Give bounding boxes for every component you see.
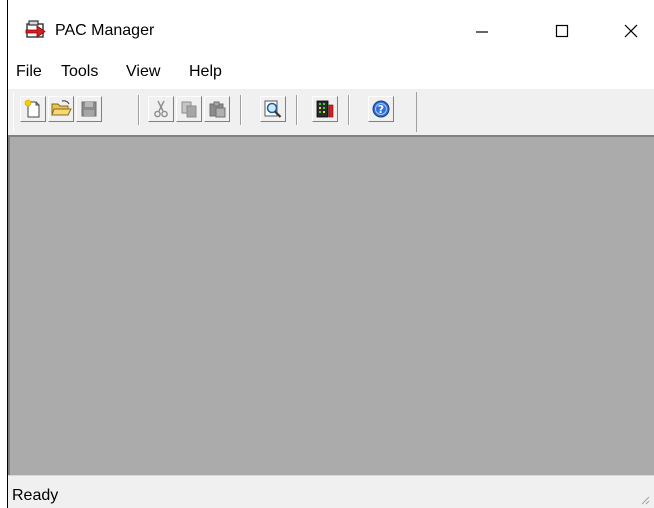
close-icon — [624, 24, 638, 38]
status-text: Ready — [12, 487, 59, 504]
find-button[interactable] — [260, 96, 286, 122]
open-button[interactable] — [48, 96, 74, 122]
copy-icon — [181, 101, 197, 118]
minimize-button[interactable] — [459, 12, 505, 50]
save-button[interactable] — [76, 96, 102, 122]
paste-button[interactable] — [204, 96, 230, 122]
app-window: PAC Manager File Tools View Help ? Ready — [7, 0, 654, 508]
toolbar-separator — [240, 95, 242, 125]
save-icon — [81, 101, 97, 117]
title-bar[interactable]: PAC Manager — [8, 0, 654, 56]
resize-grip-icon[interactable] — [638, 493, 650, 505]
menu-file[interactable]: File — [14, 61, 44, 83]
svg-text:?: ? — [378, 103, 384, 116]
settings-icon — [316, 100, 334, 118]
new-button[interactable] — [20, 96, 46, 122]
help-icon: ? — [372, 100, 390, 118]
paste-icon — [209, 101, 226, 118]
minimize-icon — [476, 31, 488, 33]
toolbar: ? — [8, 88, 654, 135]
menu-tools[interactable]: Tools — [59, 61, 100, 83]
copy-button[interactable] — [176, 96, 202, 122]
toolbar-separator — [138, 95, 140, 125]
new-icon — [24, 99, 40, 118]
mdi-client-area[interactable] — [8, 135, 654, 475]
menu-help[interactable]: Help — [187, 61, 224, 83]
toolbar-separator — [348, 95, 350, 125]
close-button[interactable] — [608, 12, 654, 50]
help-button[interactable]: ? — [368, 96, 394, 122]
menu-bar: File Tools View Help — [8, 56, 654, 88]
settings-button[interactable] — [312, 96, 338, 122]
toolbar-separator — [296, 95, 298, 125]
find-icon — [264, 100, 282, 118]
pac-manager-app-icon — [25, 20, 46, 38]
menu-view[interactable]: View — [124, 61, 162, 83]
open-folder-icon — [51, 100, 72, 116]
cut-button[interactable] — [148, 96, 174, 122]
maximize-icon — [555, 24, 569, 38]
window-title: PAC Manager — [55, 22, 155, 39]
maximize-button[interactable] — [539, 12, 585, 50]
status-bar: Ready — [8, 475, 654, 508]
cut-icon — [154, 100, 168, 118]
